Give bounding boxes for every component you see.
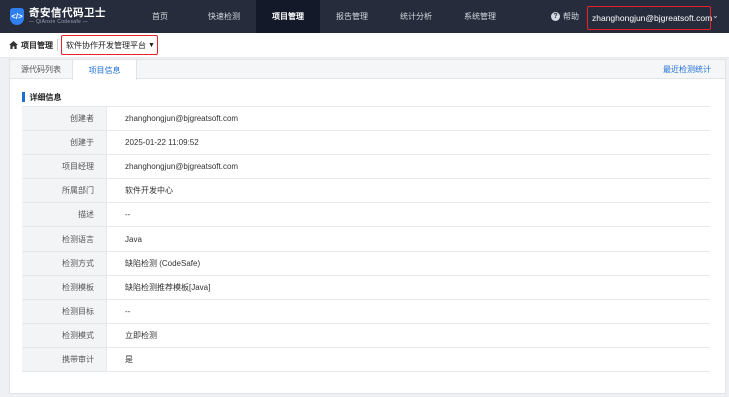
row-value: 软件开发中心 <box>125 186 173 196</box>
table-row: 创建于 2025-01-22 11:09:52 <box>22 131 710 156</box>
row-value: 缺陷检测推荐模板[Java] <box>125 282 211 292</box>
row-label: 检测目标 <box>22 299 107 323</box>
user-menu[interactable]: zhanghongjun@bjgreatsoft.com <box>587 6 713 30</box>
row-value: zhanghongjun@bjgreatsoft.com <box>125 114 239 124</box>
help-icon: ? <box>551 12 560 21</box>
table-row: 创建者 zhanghongjun@bjgreatsoft.com <box>22 107 710 132</box>
nav-item-report-management[interactable]: 报告管理 <box>320 0 384 33</box>
user-email: zhanghongjun@bjgreatsoft.com <box>592 13 713 23</box>
nav-item-system-management[interactable]: 系统管理 <box>448 0 512 33</box>
row-label: 所属部门 <box>22 179 107 203</box>
table-row: 检测语言 Java <box>22 227 710 252</box>
project-info-card: 源代码列表 项目信息 最近检测统计 详细信息 创建者 zhanghongjun@… <box>9 59 726 394</box>
row-label: 检测语言 <box>22 227 107 251</box>
row-label: 创建于 <box>22 131 107 155</box>
nav-item-project-management[interactable]: 项目管理 <box>256 0 320 33</box>
row-value: 缺陷检测 (CodeSafe) <box>125 258 201 268</box>
row-value: 2025-01-22 11:09:52 <box>125 138 199 148</box>
table-row: 所属部门 软件开发中心 <box>22 179 710 204</box>
table-row: 携带审计 是 <box>22 347 710 373</box>
logo-text: 奇安信代码卫士 — QiAnxin Codesafe — <box>29 8 106 26</box>
table-row: 检测模式 立即检测 <box>22 323 710 348</box>
help-label: 帮助 <box>563 12 579 21</box>
details-table: 创建者 zhanghongjun@bjgreatsoft.com 创建于 202… <box>22 106 710 373</box>
logo-main-text: 奇安信代码卫士 <box>29 6 106 19</box>
nav-item-statistics[interactable]: 统计分析 <box>384 0 448 33</box>
row-label: 检测模板 <box>22 275 107 299</box>
project-select-value: 软件协作开发管理平台 <box>66 40 146 50</box>
top-navbar: </> 奇安信代码卫士 — QiAnxin Codesafe — 首页 快速检测… <box>0 0 729 33</box>
project-select[interactable]: 软件协作开发管理平台 ▼ <box>61 35 158 55</box>
table-row: 描述 -- <box>22 203 710 228</box>
row-value: -- <box>125 306 131 316</box>
help-link[interactable]: ? 帮助 <box>551 0 579 33</box>
row-value: 立即检测 <box>125 330 157 340</box>
home-icon[interactable] <box>9 41 18 49</box>
recent-scan-stats-link[interactable]: 最近检测统计 <box>663 64 711 75</box>
caret-down-icon: ▼ <box>148 41 155 49</box>
table-row: 检测目标 -- <box>22 299 710 324</box>
table-row: 检测模板 缺陷检测推荐模板[Java] <box>22 275 710 300</box>
table-row: 检测方式 缺陷检测 (CodeSafe) <box>22 251 710 276</box>
section-title-bar <box>22 92 25 102</box>
shield-code-icon: </> <box>10 8 24 25</box>
section-title-text: 详细信息 <box>29 92 62 102</box>
logo[interactable]: </> 奇安信代码卫士 — QiAnxin Codesafe — <box>0 0 128 33</box>
row-label: 检测模式 <box>22 323 107 347</box>
table-row: 项目经理 zhanghongjun@bjgreatsoft.com <box>22 155 710 180</box>
chevron-down-icon[interactable]: ⌄ <box>712 11 719 20</box>
logo-sub-text: — QiAnxin Codesafe — <box>29 19 89 26</box>
main-nav: 首页 快速检测 项目管理 报告管理 统计分析 系统管理 <box>128 0 512 33</box>
breadcrumb: 项目管理 软件协作开发管理平台 ▼ <box>0 33 729 58</box>
row-label: 检测方式 <box>22 251 107 275</box>
nav-item-quick-scan[interactable]: 快速检测 <box>192 0 256 33</box>
row-value: 是 <box>125 354 133 364</box>
row-value: Java <box>125 234 142 244</box>
section-title: 详细信息 <box>22 92 62 102</box>
nav-item-home[interactable]: 首页 <box>128 0 192 33</box>
tab-project-info[interactable]: 项目信息 <box>72 60 137 80</box>
row-label: 描述 <box>22 203 107 227</box>
tab-source-code-list[interactable]: 源代码列表 <box>10 60 72 79</box>
row-value: zhanghongjun@bjgreatsoft.com <box>125 162 239 172</box>
row-label: 项目经理 <box>22 155 107 179</box>
row-label: 创建者 <box>22 107 107 131</box>
row-label: 携带审计 <box>22 347 107 372</box>
breadcrumb-title[interactable]: 项目管理 <box>21 40 53 51</box>
row-value: -- <box>125 210 131 220</box>
tab-bar: 源代码列表 项目信息 最近检测统计 <box>10 60 725 80</box>
breadcrumb-divider <box>57 39 58 51</box>
